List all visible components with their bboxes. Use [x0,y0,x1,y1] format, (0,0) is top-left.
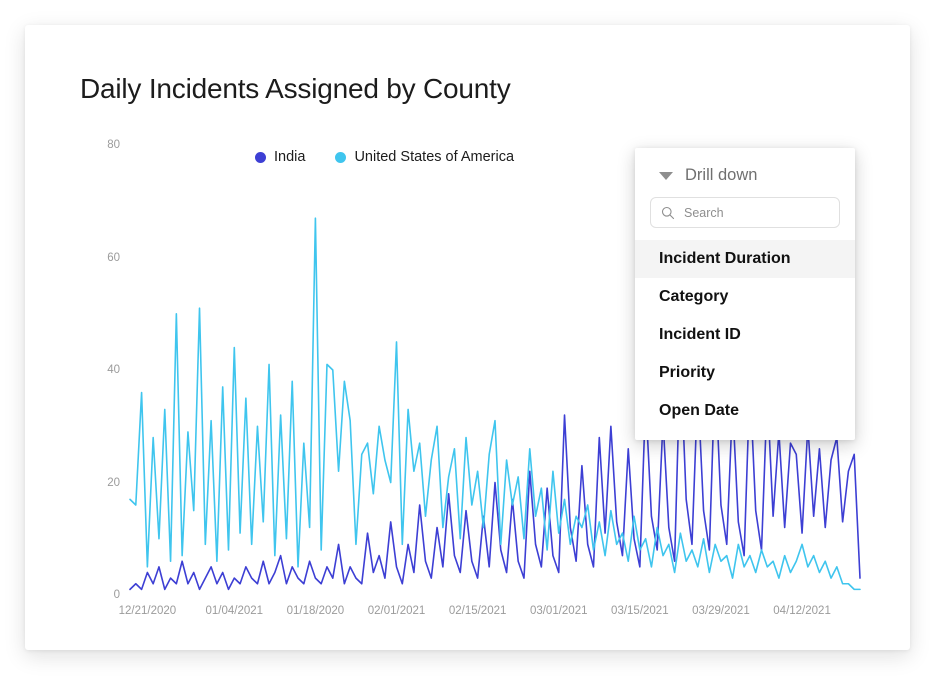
x-axis-tick-label: 12/21/2020 [118,605,177,617]
drill-down-list: Incident Duration Category Incident ID Prio… [635,240,855,430]
drill-down-item[interactable]: Incident ID [635,316,855,354]
drill-down-item[interactable]: Priority [635,354,855,392]
search-input[interactable] [684,205,829,220]
x-axis: 12/21/2020 01/04/2021 01/18/2020 02/01/2021… [119,597,870,623]
x-axis-tick-label: 04/12/2021 [773,605,831,617]
drill-down-panel: Drill down Incident DurationCategoryInci… [635,148,855,440]
y-axis-tick-label: 20 [107,476,120,489]
drill-down-item[interactable]: Category [635,278,855,316]
search-field[interactable] [650,197,840,228]
triangle-down-icon[interactable] [659,171,673,180]
drill-down-title: Drill down [685,166,758,184]
x-axis-tick-label: 01/04/2021 [205,605,264,617]
drill-down-item[interactable]: Incident Duration [635,240,855,278]
x-axis-tick-label: 03/15/2021 [611,605,669,617]
x-axis-tick-label: 02/01/2021 [367,605,426,617]
y-axis-tick-label: 0 [113,589,120,601]
y-axis-tick-label: 80 [107,139,120,151]
y-axis-tick-label: 40 [107,364,120,376]
x-axis-tick-label: 03/01/2021 [529,605,588,617]
page-title: Daily Incidents Assigned by County [80,73,511,104]
y-axis-tick-label: 60 [107,251,120,264]
search-icon [661,206,675,220]
drill-down-item[interactable]: Open Date [635,392,855,430]
x-axis-tick-label: 01/18/2020 [286,605,345,617]
drill-down-header[interactable]: Drill down [635,148,855,197]
x-axis-tick-label: 02/15/2021 [448,605,507,617]
x-axis-tick-label: 03/29/2021 [692,605,750,617]
y-axis: 0 20 40 60 80 [80,139,126,601]
